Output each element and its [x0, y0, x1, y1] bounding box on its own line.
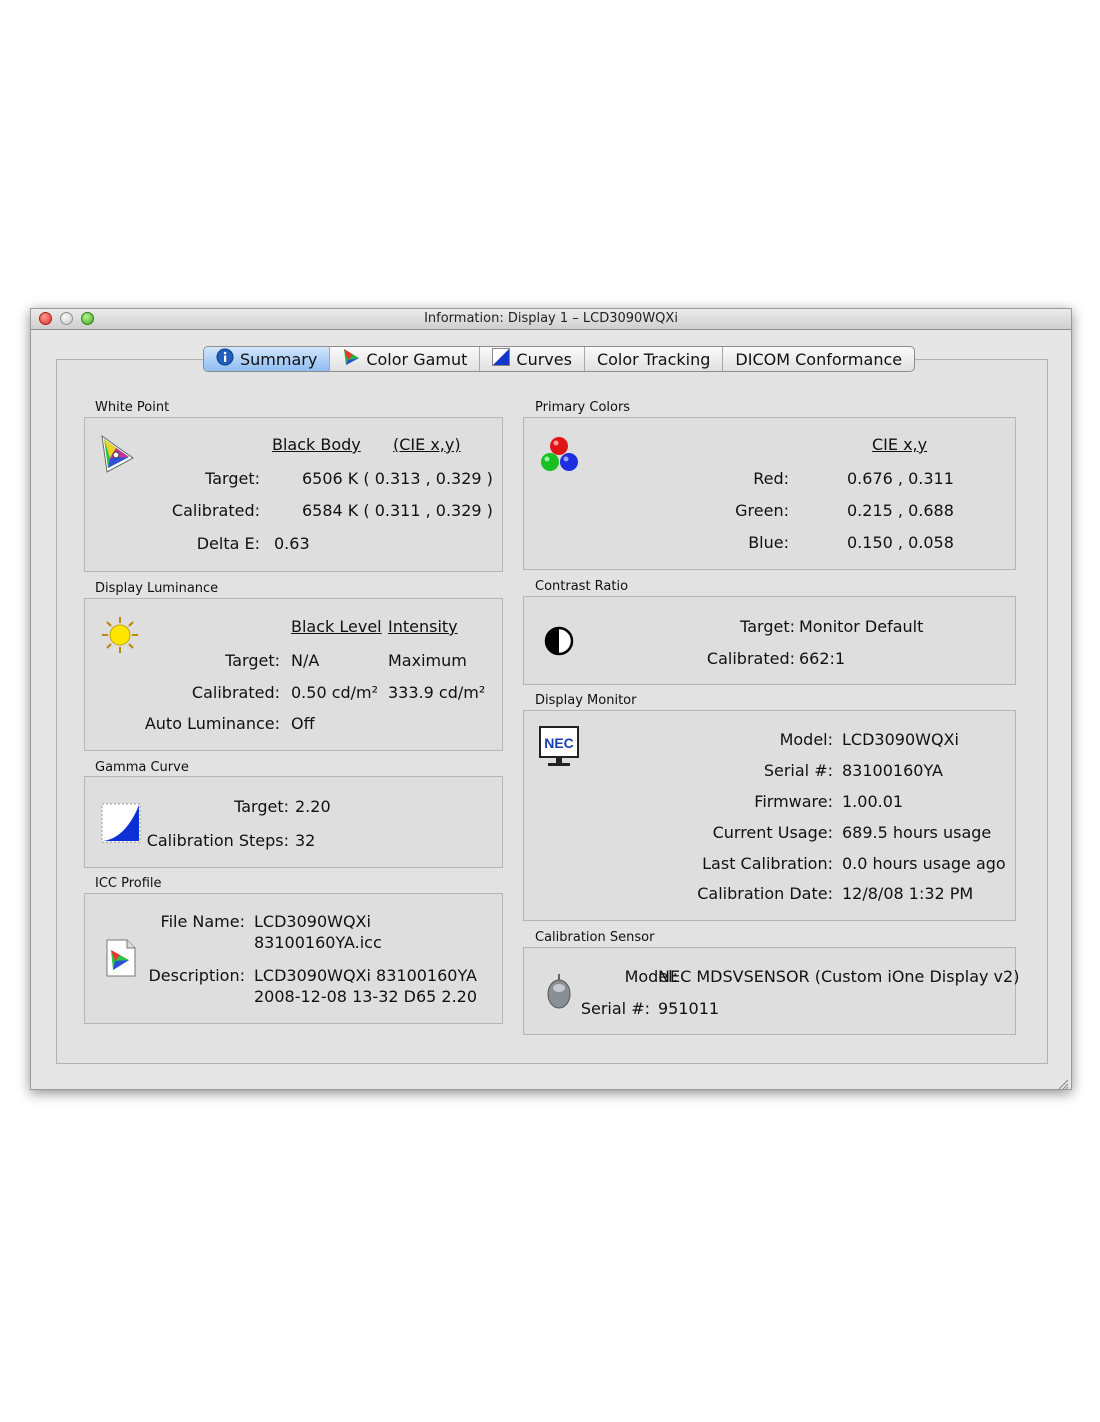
- gamma-target-value: 2.20: [295, 797, 331, 816]
- nec-monitor-icon: NEC: [539, 726, 579, 772]
- contrast-calibrated-value: 662:1: [799, 649, 846, 668]
- display-monitor-title: Display Monitor: [535, 693, 637, 708]
- pc-blue-label: Blue:: [748, 533, 789, 552]
- wp-delta-value: 0.63: [274, 534, 310, 553]
- monitor-firmware-value: 1.00.01: [842, 792, 904, 811]
- gamut-triangle-icon: [99, 434, 135, 478]
- curves-icon: [492, 348, 511, 370]
- monitor-last-calibration-label: Last Calibration:: [702, 854, 833, 873]
- wp-calibrated-value: 6584 K ( 0.311 , 0.329 ): [302, 501, 493, 520]
- icc-file-label: File Name:: [160, 912, 245, 931]
- icc-profile-panel: File Name: LCD3090WQXi 83100160YA.icc De…: [84, 893, 503, 1024]
- monitor-usage-value: 689.5 hours usage: [842, 823, 992, 842]
- lum-calibrated-intensity: 333.9 cd/m²: [388, 683, 486, 702]
- nec-logo-text: NEC: [544, 735, 574, 751]
- wp-target-value: 6506 K ( 0.313 , 0.329 ): [302, 469, 493, 488]
- resize-grip-icon[interactable]: [1057, 1075, 1069, 1094]
- gamma-curve-panel: Target: 2.20 Calibration Steps: 32: [84, 776, 503, 868]
- sun-icon: [101, 616, 139, 658]
- sensor-serial-label: Serial #:: [580, 999, 650, 1018]
- contrast-icon: [544, 626, 574, 660]
- wp-calibrated-label: Calibrated:: [171, 501, 260, 520]
- monitor-serial-value: 83100160YA: [842, 761, 943, 780]
- contrast-ratio-title: Contrast Ratio: [535, 579, 629, 594]
- contrast-calibrated-label: Calibrated:: [706, 649, 795, 668]
- title-bar[interactable]: Information: Display 1 – LCD3090WQXi: [31, 309, 1071, 330]
- info-icon: [216, 348, 234, 370]
- pc-blue-value: 0.150 , 0.058: [847, 533, 954, 552]
- monitor-model-value: LCD3090WQXi: [842, 730, 959, 749]
- monitor-usage-label: Current Usage:: [712, 823, 833, 842]
- icc-description-line1: LCD3090WQXi 83100160YA: [254, 966, 477, 985]
- pc-green-label: Green:: [735, 501, 789, 520]
- contrast-target-label: Target:: [740, 617, 795, 636]
- pc-col-cie: CIE x,y: [872, 435, 928, 454]
- lum-auto-label: Auto Luminance:: [144, 714, 280, 733]
- lum-col-black-level: Black Level: [291, 617, 382, 636]
- wp-delta-label: Delta E:: [196, 534, 260, 553]
- calibration-sensor-panel: Model: NEC MDSVSENSOR (Custom iOne Displ…: [523, 947, 1020, 1035]
- wp-col-cie: (CIE x,y): [393, 435, 461, 454]
- contrast-target-value: Monitor Default: [799, 617, 924, 636]
- tab-dicom-conformance[interactable]: DICOM Conformance: [723, 347, 914, 371]
- lum-target-black: N/A: [291, 651, 320, 670]
- lum-target-label: Target:: [225, 651, 280, 670]
- rgb-balls-icon: [538, 435, 580, 479]
- monitor-model-label: Model:: [779, 730, 833, 749]
- pc-red-value: 0.676 , 0.311: [847, 469, 954, 488]
- gamma-steps-label: Calibration Steps:: [146, 831, 289, 850]
- icc-description-line2: 2008-12-08 13-32 D65 2.20: [254, 987, 478, 1006]
- monitor-firmware-label: Firmware:: [754, 792, 833, 811]
- sensor-serial-value: 951011: [658, 999, 720, 1018]
- lum-col-intensity: Intensity: [388, 617, 458, 636]
- tab-color-tracking[interactable]: Color Tracking: [585, 347, 724, 371]
- tab-summary[interactable]: Summary: [204, 347, 331, 371]
- tab-dicom-label: DICOM Conformance: [735, 349, 903, 369]
- display-luminance-title: Display Luminance: [95, 581, 219, 596]
- gamma-curve-icon: [101, 803, 141, 847]
- lum-calibrated-black: 0.50 cd/m²: [291, 683, 379, 702]
- monitor-last-calibration-value: 0.0 hours usage ago: [842, 854, 1006, 873]
- lum-auto-value: Off: [291, 714, 315, 733]
- lum-target-intensity: Maximum: [388, 651, 467, 670]
- monitor-serial-label: Serial #:: [763, 761, 833, 780]
- tab-color-gamut-label: Color Gamut: [366, 349, 468, 369]
- tab-color-gamut[interactable]: Color Gamut: [330, 347, 481, 371]
- pc-green-value: 0.215 , 0.688: [847, 501, 954, 520]
- white-point-panel: Black Body (CIE x,y) Target: 6506 K ( 0.…: [84, 417, 503, 572]
- sensor-icon: [546, 974, 572, 1014]
- sensor-model-value: NEC MDSVSENSOR (Custom iOne Display v2): [658, 967, 1020, 986]
- color-gamut-icon: [342, 348, 360, 370]
- display-luminance-panel: Black Level Intensity Target: N/A Maximu…: [84, 598, 503, 751]
- icc-file-line1: LCD3090WQXi: [254, 912, 371, 931]
- monitor-calibration-date-value: 12/8/08 1:32 PM: [842, 884, 974, 903]
- tab-curves[interactable]: Curves: [480, 347, 585, 371]
- wp-target-label: Target:: [205, 469, 260, 488]
- icc-profile-title: ICC Profile: [95, 876, 162, 891]
- tab-summary-label: Summary: [240, 349, 318, 369]
- tab-color-tracking-label: Color Tracking: [596, 349, 711, 369]
- wp-col-black-body: Black Body: [272, 435, 361, 454]
- pc-red-label: Red:: [753, 469, 789, 488]
- calibration-sensor-title: Calibration Sensor: [535, 930, 655, 945]
- contrast-ratio-panel: Target: Monitor Default Calibrated: 662:…: [523, 596, 1016, 685]
- lum-calibrated-label: Calibrated:: [191, 683, 280, 702]
- tab-bar: Summary Color Gamut Curves Color Trackin…: [203, 346, 916, 372]
- tab-curves-label: Curves: [516, 349, 572, 369]
- info-window: Information: Display 1 – LCD3090WQXi Sum…: [30, 308, 1072, 1090]
- white-point-title: White Point: [95, 400, 170, 415]
- icc-file-icon: [105, 938, 137, 982]
- window-title: Information: Display 1 – LCD3090WQXi: [424, 311, 678, 326]
- display-monitor-panel: NEC Model: LCD3090WQXi Serial #: 8310016…: [523, 710, 1016, 921]
- gamma-target-label: Target:: [234, 797, 289, 816]
- gamma-curve-title: Gamma Curve: [95, 760, 189, 775]
- icc-file-line2: 83100160YA.icc: [254, 933, 382, 952]
- primary-colors-panel: CIE x,y Red: 0.676 , 0.311 Green: 0.215 …: [523, 417, 1016, 570]
- primary-colors-title: Primary Colors: [535, 400, 631, 415]
- gamma-steps-value: 32: [295, 831, 316, 850]
- icc-description-label: Description:: [148, 966, 245, 985]
- monitor-calibration-date-label: Calibration Date:: [697, 884, 833, 903]
